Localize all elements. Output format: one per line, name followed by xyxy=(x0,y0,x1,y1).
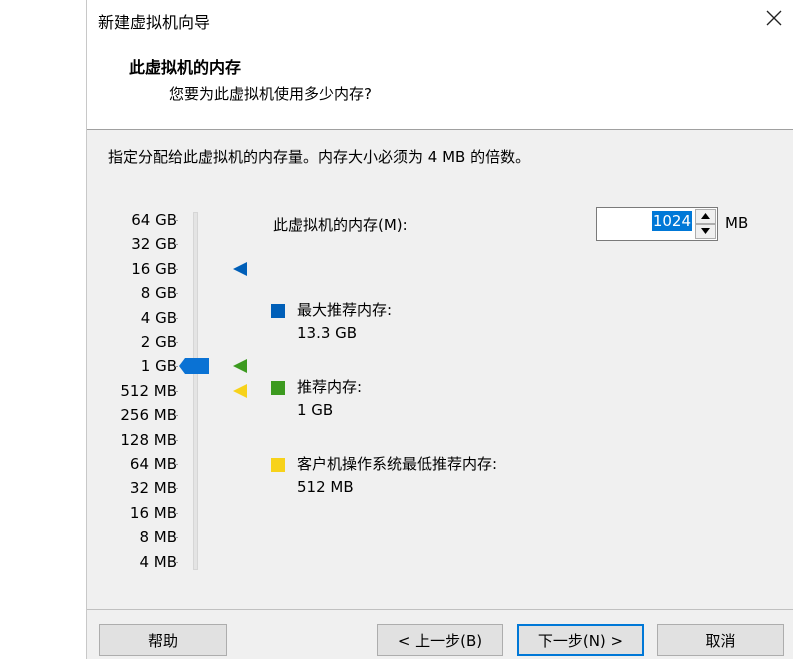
back-button[interactable]: < 上一步(B) xyxy=(377,624,503,656)
cancel-button[interactable]: 取消 xyxy=(657,624,784,656)
scale-tick xyxy=(175,439,178,441)
scale-tick xyxy=(175,537,178,539)
memory-input[interactable] xyxy=(598,209,692,239)
scale-tick xyxy=(175,512,178,514)
recommended-swatch-icon xyxy=(271,381,285,395)
memory-unit: MB xyxy=(725,214,749,232)
scale-label: 512 MB xyxy=(120,381,177,400)
scale-label: 4 MB xyxy=(139,552,177,571)
spin-up-button[interactable] xyxy=(695,209,716,224)
close-button[interactable] xyxy=(762,6,786,30)
scale-label: 64 GB xyxy=(131,211,177,229)
scale-label: 128 MB xyxy=(120,430,177,449)
memory-slider-track[interactable] xyxy=(193,212,198,570)
scale-tick xyxy=(175,317,178,319)
instruction-text: 指定分配给此虚拟机的内存量。内存大小必须为 4 MB 的倍数。 xyxy=(108,148,531,166)
scale-label: 64 MB xyxy=(129,455,177,473)
scale-tick xyxy=(175,390,178,392)
scale-label: 32 MB xyxy=(129,479,177,498)
new-vm-wizard-dialog: 新建虚拟机向导 此虚拟机的内存 您要为此虚拟机使用多少内存? 指定分配给此虚拟机… xyxy=(86,0,793,659)
memory-slider-thumb[interactable] xyxy=(179,358,209,375)
scale-tick xyxy=(175,220,178,221)
memory-spinbox[interactable]: 1024 xyxy=(596,207,718,241)
recommended-title: 推荐内存: xyxy=(297,378,363,396)
scale-tick xyxy=(175,415,178,417)
scale-tick xyxy=(175,464,178,465)
scale-label: 8 MB xyxy=(139,528,177,547)
arrow-up-icon xyxy=(701,213,710,219)
background-area xyxy=(0,0,86,659)
arrow-down-icon xyxy=(701,228,710,234)
page-title: 此虚拟机的内存 xyxy=(129,58,242,77)
scale-label: 1 GB xyxy=(140,357,177,376)
window-title: 新建虚拟机向导 xyxy=(98,13,211,32)
scale-label: 2 GB xyxy=(140,333,177,351)
memory-label: 此虚拟机的内存(M): xyxy=(273,216,408,234)
max-recommended-marker-icon xyxy=(233,261,247,276)
max-recommended-title: 最大推荐内存: xyxy=(297,301,393,319)
scale-tick xyxy=(175,561,178,563)
scale-label: 32 GB xyxy=(131,235,177,254)
scale-label: 4 GB xyxy=(140,308,177,327)
scale-tick xyxy=(175,342,178,343)
guest-min-recommended-title: 客户机操作系统最低推荐内存: xyxy=(297,455,498,473)
max-recommended-value: 13.3 GB xyxy=(297,324,358,342)
scale-label: 16 MB xyxy=(129,503,177,522)
help-button[interactable]: 帮助 xyxy=(99,624,227,656)
close-icon xyxy=(766,10,782,26)
next-button[interactable]: 下一步(N) > xyxy=(517,624,644,656)
scale-tick xyxy=(175,293,178,295)
spin-down-button[interactable] xyxy=(695,224,716,239)
scale-label: 8 GB xyxy=(140,284,177,303)
scale-label: 256 MB xyxy=(120,406,177,425)
page-subtitle: 您要为此虚拟机使用多少内存? xyxy=(169,85,372,103)
wizard-header: 新建虚拟机向导 此虚拟机的内存 您要为此虚拟机使用多少内存? xyxy=(87,0,793,130)
guest-min-recommended-swatch-icon xyxy=(271,458,285,472)
scale-tick xyxy=(175,244,178,246)
scale-tick xyxy=(175,488,178,490)
guest-min-recommended-value: 512 MB xyxy=(297,478,354,496)
scale-tick xyxy=(175,366,178,368)
footer-divider xyxy=(87,609,793,610)
recommended-marker-icon xyxy=(233,359,247,374)
recommended-value: 1 GB xyxy=(297,401,334,419)
scale-tick xyxy=(175,268,178,270)
min-recommended-marker-icon xyxy=(233,383,247,398)
scale-label: 16 GB xyxy=(131,259,177,278)
max-recommended-swatch-icon xyxy=(271,304,285,318)
